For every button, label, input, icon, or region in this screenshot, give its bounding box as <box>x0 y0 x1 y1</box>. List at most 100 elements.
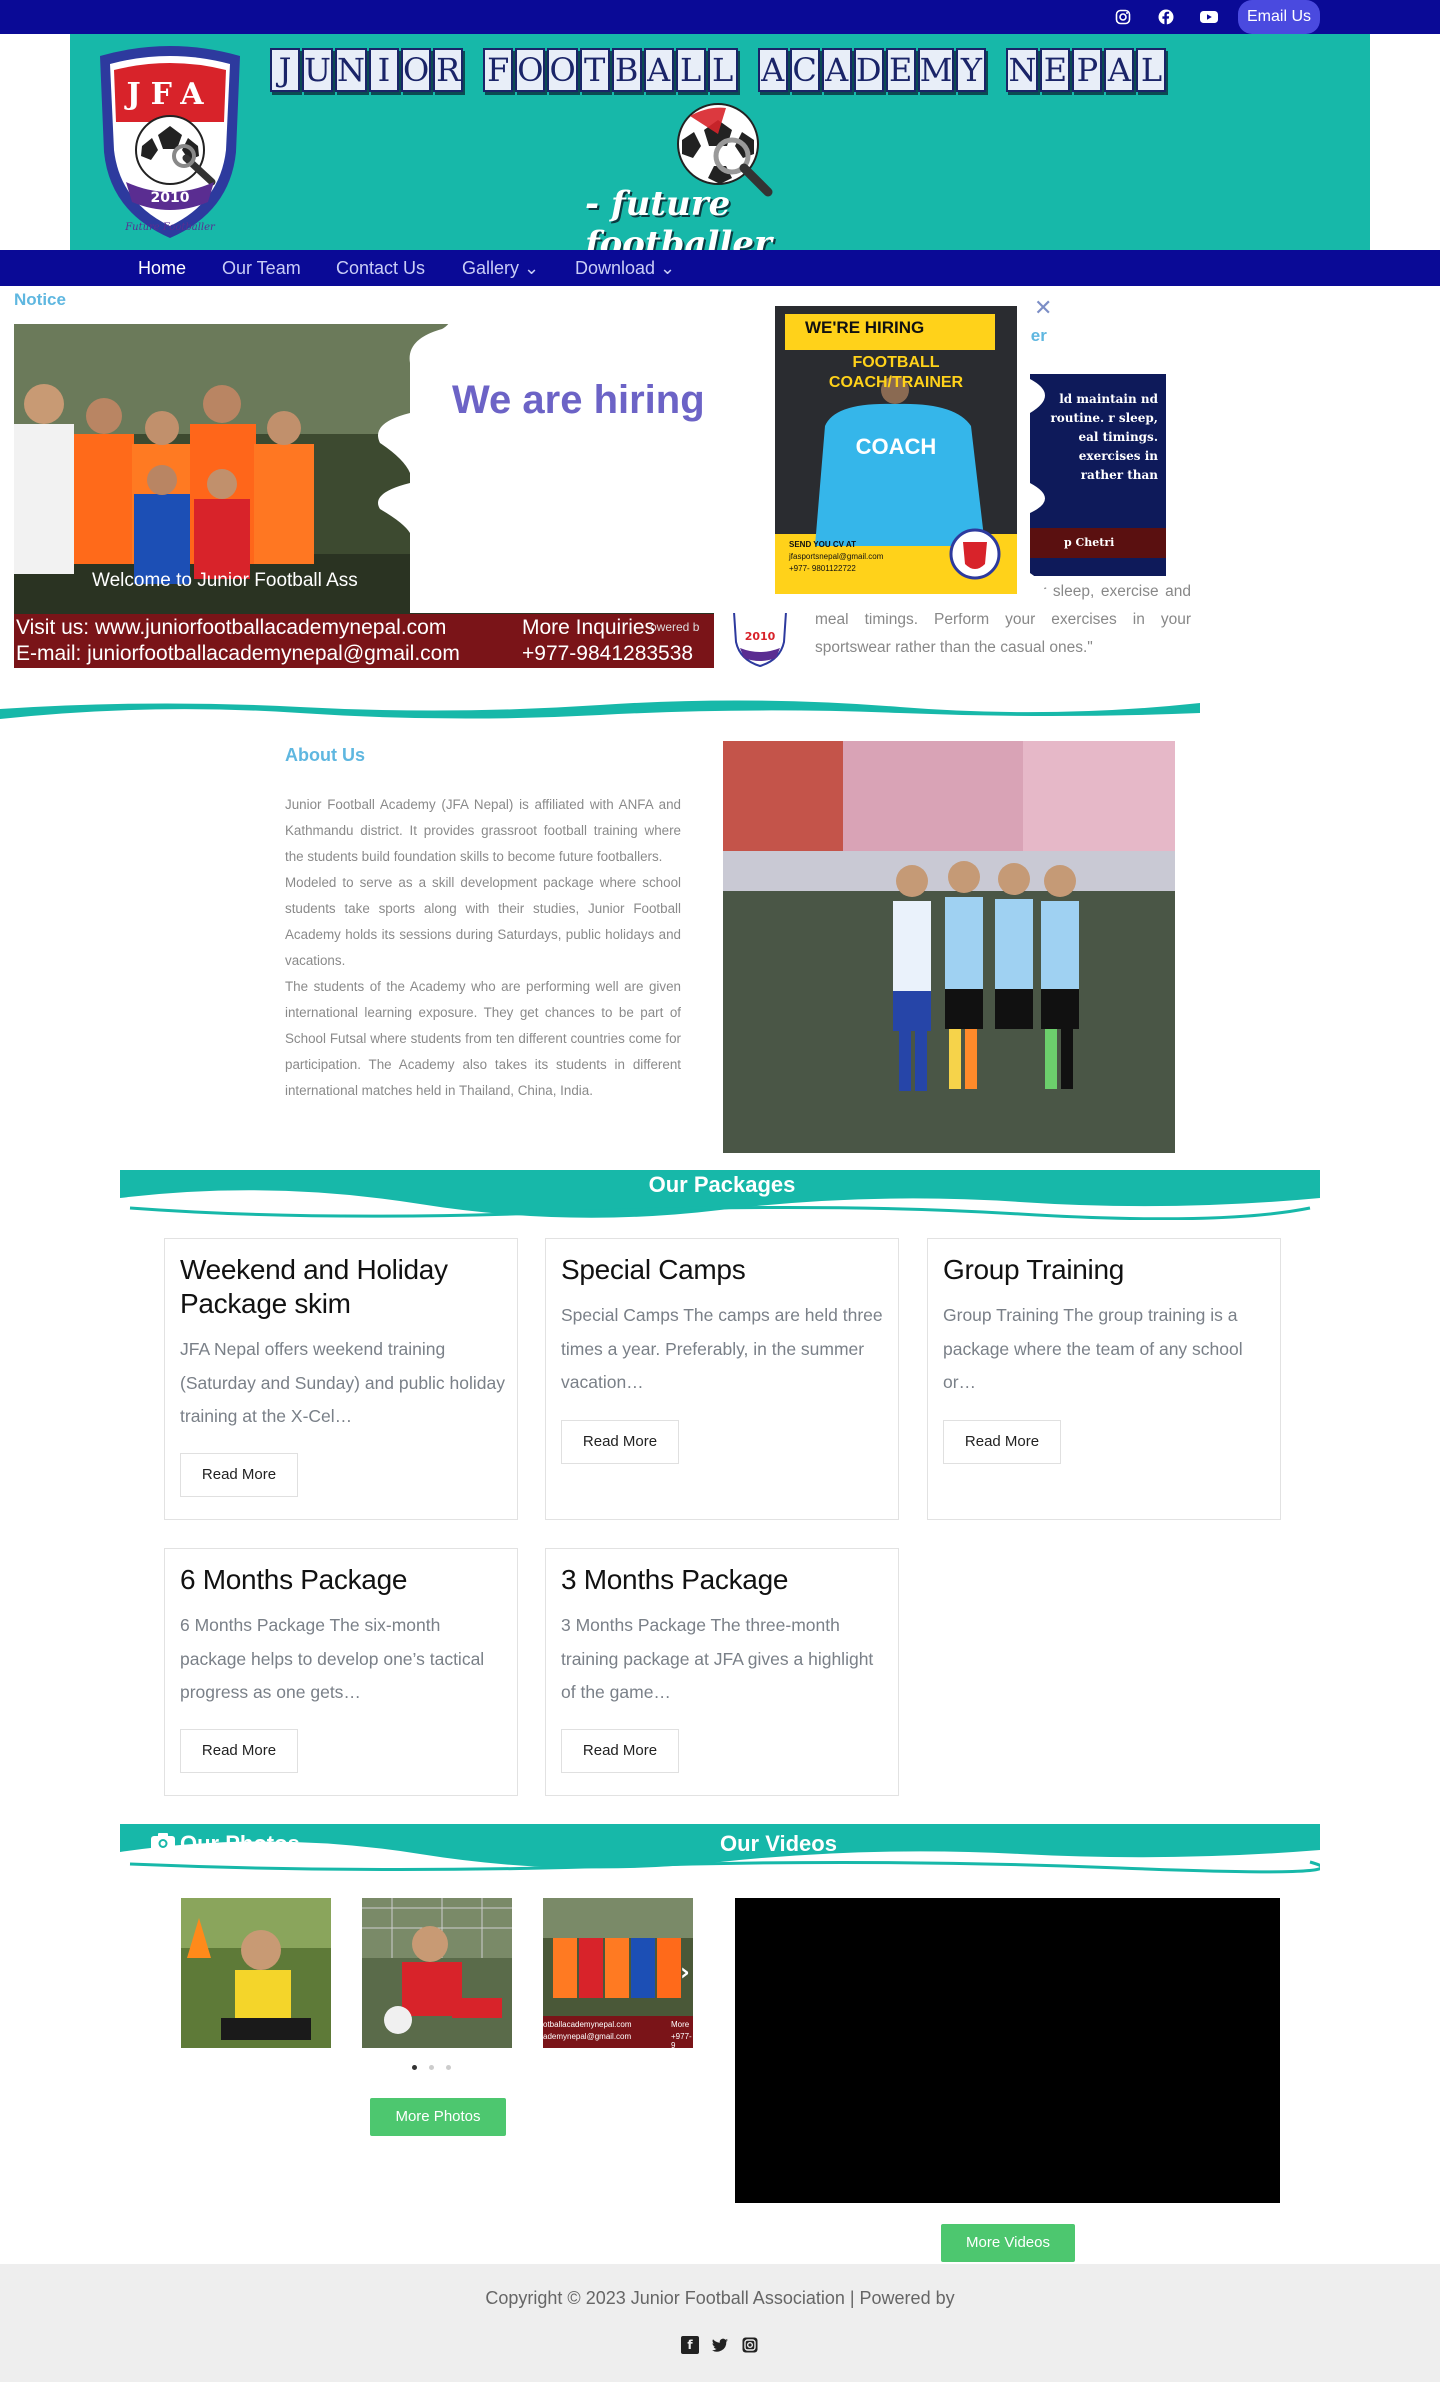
poster-badge: WE'RE HIRING <box>805 318 925 337</box>
read-more-button[interactable]: Read More <box>943 1420 1061 1464</box>
banner-title-letter: F <box>483 48 514 92</box>
photos-heading: Our Photos <box>180 1831 300 1856</box>
banner-title-letter: I <box>368 48 399 92</box>
banner-title-letter: T <box>579 48 610 92</box>
poster-role-line-1: FOOTBALL <box>852 354 940 371</box>
banner-title-letter: O <box>515 48 546 92</box>
twitter-icon[interactable] <box>711 2336 729 2354</box>
camera-icon <box>150 1832 176 1852</box>
package-excerpt: 6 Months Package The six-month package h… <box>180 1615 485 1702</box>
poster-email: jfasportsnepal@gmail.com <box>789 552 884 561</box>
banner-title: JUNIORFOOTBALLACADEMYNEPAL <box>270 44 1280 96</box>
more-videos-button[interactable]: More Videos <box>941 2224 1075 2262</box>
package-title: 3 Months Package <box>561 1564 789 1595</box>
read-more-button[interactable]: Read More <box>180 1453 298 1497</box>
about-text: Junior Football Academy (JFA Nepal) is a… <box>285 792 681 1104</box>
notice-contact-strip: Visit us: www.juniorfootballacademynepal… <box>14 614 714 668</box>
package-card: Weekend and Holiday Package skim JFA Nep… <box>164 1238 518 1520</box>
notice-heading: Notice <box>14 290 66 309</box>
package-card: Special Camps Special Camps The camps ar… <box>545 1238 899 1520</box>
nav-home[interactable]: Home <box>138 250 186 286</box>
poster-phone: +977- 9801122722 <box>789 564 856 573</box>
notice-slide-caption: Welcome to Junior Football Ass <box>92 570 358 591</box>
banner-title-letter: M <box>917 48 955 92</box>
header-banner: 2010 JFA Future Footballer JUNIORFOOTBAL… <box>70 34 1370 264</box>
banner-title-letter: E <box>885 48 916 92</box>
banner-title-letter: A <box>643 48 674 92</box>
about-paragraph: Modeled to serve as a skill development … <box>285 875 681 968</box>
nav-our-team[interactable]: Our Team <box>222 250 301 286</box>
instagram-icon[interactable] <box>1112 6 1134 28</box>
package-card: Group Training Group Training The group … <box>927 1238 1281 1520</box>
banner-title-letter: D <box>853 48 884 92</box>
carousel-next-arrow[interactable]: › <box>680 1958 690 1986</box>
thumb-caption-phone: +977-9 <box>671 2032 692 2048</box>
package-title: Group Training <box>943 1254 1125 1285</box>
carousel-dot[interactable] <box>446 2065 451 2070</box>
strip-email: E-mail: juniorfootballacademynepal@gmail… <box>16 642 460 665</box>
crest-year: 2010 <box>151 190 190 206</box>
top-bar: Email Us <box>0 0 1440 34</box>
facebook-icon[interactable]: f <box>681 2336 699 2354</box>
read-more-button[interactable]: Read More <box>561 1729 679 1773</box>
nav-contact-us[interactable]: Contact Us <box>336 250 425 286</box>
footer-copyright: Copyright © 2023 Junior Football Associa… <box>485 2288 955 2308</box>
package-title: Weekend and Holiday Package skim <box>180 1254 448 1319</box>
read-more-button[interactable]: Read More <box>180 1729 298 1773</box>
small-logo-year: 2010 <box>745 630 776 643</box>
facebook-icon[interactable] <box>1155 6 1177 28</box>
poster-send-cv: SEND YOU CV AT <box>789 540 856 549</box>
strip-more-inquiries: More Inquiries <box>522 616 656 639</box>
hiring-poster[interactable]: WE'RE HIRING FOOTBALL COACH/TRAINER COAC… <box>775 306 1017 594</box>
photo-thumbnail[interactable] <box>181 1898 331 2048</box>
nav-download[interactable]: Download ⌄ <box>575 250 675 286</box>
carousel-dot[interactable] <box>412 2065 417 2070</box>
read-more-button[interactable]: Read More <box>561 1420 679 1464</box>
carousel-dot[interactable] <box>429 2065 434 2070</box>
email-us-button[interactable]: Email Us <box>1238 0 1320 34</box>
package-excerpt: Special Camps The camps are held three t… <box>561 1305 883 1392</box>
banner-title-letter: L <box>1136 48 1167 92</box>
strip-phone: +977-9841283538 <box>522 642 694 665</box>
package-title: Special Camps <box>561 1254 746 1285</box>
strip-website: Visit us: www.juniorfootballacademynepal… <box>16 616 447 639</box>
videos-heading: Our Videos <box>720 1831 837 1856</box>
jfa-small-logo: 2010 <box>732 608 788 668</box>
banner-title-letter: P <box>1072 48 1103 92</box>
thumb-caption-website: otballacademynepal.com <box>543 2020 632 2029</box>
youtube-icon[interactable] <box>1198 6 1220 28</box>
nav-gallery[interactable]: Gallery ⌄ <box>462 250 539 286</box>
banner-title-letter: B <box>611 48 642 92</box>
banner-title-letter: L <box>675 48 706 92</box>
poster-role-line-2: COACH/TRAINER <box>828 374 964 391</box>
package-card: 6 Months Package 6 Months Package The si… <box>164 1548 518 1796</box>
banner-title-letter: C <box>789 48 820 92</box>
crest-letters: JFA <box>123 77 213 112</box>
main-navigation: Home Our Team Contact Us Gallery ⌄ Downl… <box>0 250 1440 286</box>
banner-title-letter: A <box>1104 48 1135 92</box>
video-player[interactable] <box>735 1898 1280 2203</box>
banner-title-letter <box>740 48 756 92</box>
photo-thumbnail[interactable]: otballacademynepal.com ademynepal@gmail.… <box>543 1898 693 2048</box>
banner-title-letter: O <box>547 48 578 92</box>
more-photos-button[interactable]: More Photos <box>370 2098 506 2136</box>
package-excerpt: Group Training The group training is a p… <box>943 1305 1243 1392</box>
banner-title-letter: N <box>334 48 367 92</box>
banner-title-letter: N <box>1006 48 1039 92</box>
popup-close-button[interactable]: ✕ <box>1034 296 1052 321</box>
photo-thumbnail[interactable] <box>362 1898 512 2048</box>
instagram-icon[interactable] <box>741 2336 759 2354</box>
thumb-caption-more: More <box>671 2020 690 2029</box>
package-excerpt: 3 Months Package The three-month trainin… <box>561 1615 874 1702</box>
about-paragraph: Junior Football Academy (JFA Nepal) is a… <box>285 797 681 864</box>
banner-title-letter: A <box>821 48 852 92</box>
package-title: 6 Months Package <box>180 1564 408 1595</box>
about-photo <box>723 741 1175 1153</box>
package-excerpt: JFA Nepal offers weekend training (Satur… <box>180 1339 505 1426</box>
founder-card-text: ld maintain nd routine. r sleep, eal tim… <box>1050 392 1158 482</box>
founder-signature: p Chetri <box>1030 528 1166 558</box>
banner-title-letter <box>465 48 481 92</box>
banner-title-letter: J <box>270 48 300 92</box>
poster-shirt-text: COACH <box>855 434 937 459</box>
jfa-crest-logo[interactable]: 2010 JFA Future Footballer <box>90 42 250 242</box>
